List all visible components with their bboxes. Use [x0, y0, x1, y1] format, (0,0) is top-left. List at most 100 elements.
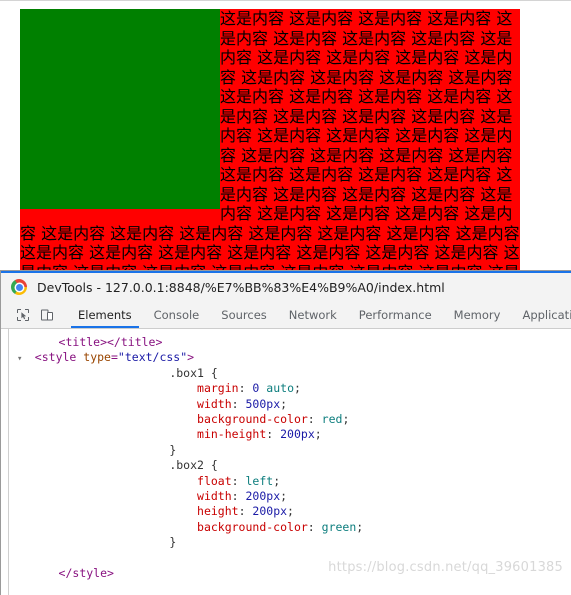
box1-red-container: 这是内容 这是内容 这是内容 这是内容 这是内容 这是内容 这是内容 这是内容 …: [20, 9, 520, 270]
code-gutter-line: [8, 329, 9, 595]
code-line[interactable]: height: 200px;: [17, 504, 571, 519]
tab-sources-label: Sources: [221, 307, 267, 322]
code-token: </style>: [58, 565, 114, 580]
code-token: ;: [280, 396, 288, 411]
devtools-title: DevTools - 127.0.0.1:8848/%E7%BB%83%E4%B…: [37, 279, 445, 295]
code-token: left: [245, 473, 274, 488]
code-token: .box1 {: [169, 365, 218, 380]
tab-performance-label: Performance: [358, 307, 432, 322]
devtools-tab-list: Elements Console Sources Network Perform…: [67, 301, 571, 328]
code-token: ;: [294, 381, 301, 396]
code-token: green: [321, 519, 357, 534]
code-token: :: [231, 488, 246, 503]
code-token: style: [41, 350, 77, 365]
code-line[interactable]: }: [17, 535, 571, 550]
tab-sources[interactable]: Sources: [210, 301, 278, 328]
code-token: height: [197, 504, 239, 519]
code-token: red: [321, 411, 343, 426]
device-toolbar-icon[interactable]: [35, 308, 59, 322]
code-token: "text/css": [117, 350, 188, 365]
tab-application[interactable]: Application: [511, 301, 571, 328]
code-token: width: [197, 488, 232, 503]
code-token: background-color: [197, 519, 308, 534]
code-token: width: [197, 396, 232, 411]
code-token: ;: [314, 427, 322, 442]
code-token: type: [83, 350, 111, 365]
tab-elements-label: Elements: [78, 307, 132, 322]
tab-elements[interactable]: Elements: [67, 301, 143, 328]
tab-network-label: Network: [288, 307, 337, 322]
code-token: ;: [280, 488, 288, 503]
devtools-titlebar: DevTools - 127.0.0.1:8848/%E7%BB%83%E4%B…: [1, 273, 571, 301]
code-token: >: [187, 350, 195, 365]
dom-code-listing[interactable]: <title></title> ▾ <style type="text/css">…: [17, 335, 571, 581]
watermark-text: https://blog.csdn.net/qq_39601385: [328, 560, 563, 575]
box2-green-float: [20, 9, 220, 209]
devtools-toolbar-icons: [1, 301, 59, 328]
code-token: float: [197, 473, 232, 488]
code-line[interactable]: width: 500px;: [17, 397, 571, 412]
code-line[interactable]: width: 200px;: [17, 489, 571, 504]
code-token: :: [238, 504, 253, 519]
code-line[interactable]: }: [17, 443, 571, 458]
code-token: :: [231, 396, 246, 411]
code-token: 200px: [280, 427, 315, 442]
devtools-tabbar: Elements Console Sources Network Perform…: [1, 301, 571, 329]
code-token: }: [169, 442, 177, 457]
code-token: }: [169, 535, 177, 550]
code-token: =: [110, 350, 118, 365]
tab-memory-label: Memory: [453, 307, 501, 322]
code-token: <title></title>: [58, 335, 163, 349]
code-token: ;: [342, 411, 350, 426]
code-line[interactable]: min-height: 200px;: [17, 427, 571, 442]
tab-console-label: Console: [153, 307, 200, 322]
code-line[interactable]: float: left;: [17, 474, 571, 489]
code-token: 500px: [245, 396, 281, 411]
code-line[interactable]: background-color: red;: [17, 412, 571, 427]
tab-console[interactable]: Console: [143, 301, 211, 328]
code-token: 200px: [252, 504, 288, 519]
code-line[interactable]: ▾ <style type="text/css">: [17, 350, 571, 365]
expand-triangle-icon[interactable]: ▾: [17, 354, 28, 364]
code-token: ;: [273, 473, 281, 488]
code-token: :: [307, 411, 322, 426]
inspect-element-icon[interactable]: [11, 308, 35, 322]
tab-performance[interactable]: Performance: [348, 301, 443, 328]
code-token: margin: [197, 381, 239, 396]
elements-panel[interactable]: <title></title> ▾ <style type="text/css">…: [1, 329, 571, 595]
code-token: <: [34, 350, 42, 365]
code-token: ;: [287, 504, 294, 519]
code-token: 200px: [245, 488, 281, 503]
code-token: background-color: [197, 411, 308, 426]
code-line[interactable]: .box1 {: [17, 366, 571, 381]
tab-memory[interactable]: Memory: [443, 301, 512, 328]
code-line[interactable]: .box2 {: [17, 458, 571, 473]
code-token: min-height: [197, 427, 267, 442]
tab-network[interactable]: Network: [278, 301, 348, 328]
code-token: :: [307, 519, 322, 534]
code-line[interactable]: margin: 0 auto;: [17, 381, 571, 396]
code-token: :: [231, 473, 246, 488]
code-token: :: [266, 427, 281, 442]
devtools-window: DevTools - 127.0.0.1:8848/%E7%BB%83%E4%B…: [0, 270, 571, 595]
code-token: .box2 {: [169, 458, 218, 473]
code-line[interactable]: background-color: green;: [17, 520, 571, 535]
code-line[interactable]: <title></title>: [17, 335, 571, 350]
code-token: auto: [266, 381, 294, 396]
browser-viewport: 这是内容 这是内容 这是内容 这是内容 这是内容 这是内容 这是内容 这是内容 …: [0, 0, 571, 270]
